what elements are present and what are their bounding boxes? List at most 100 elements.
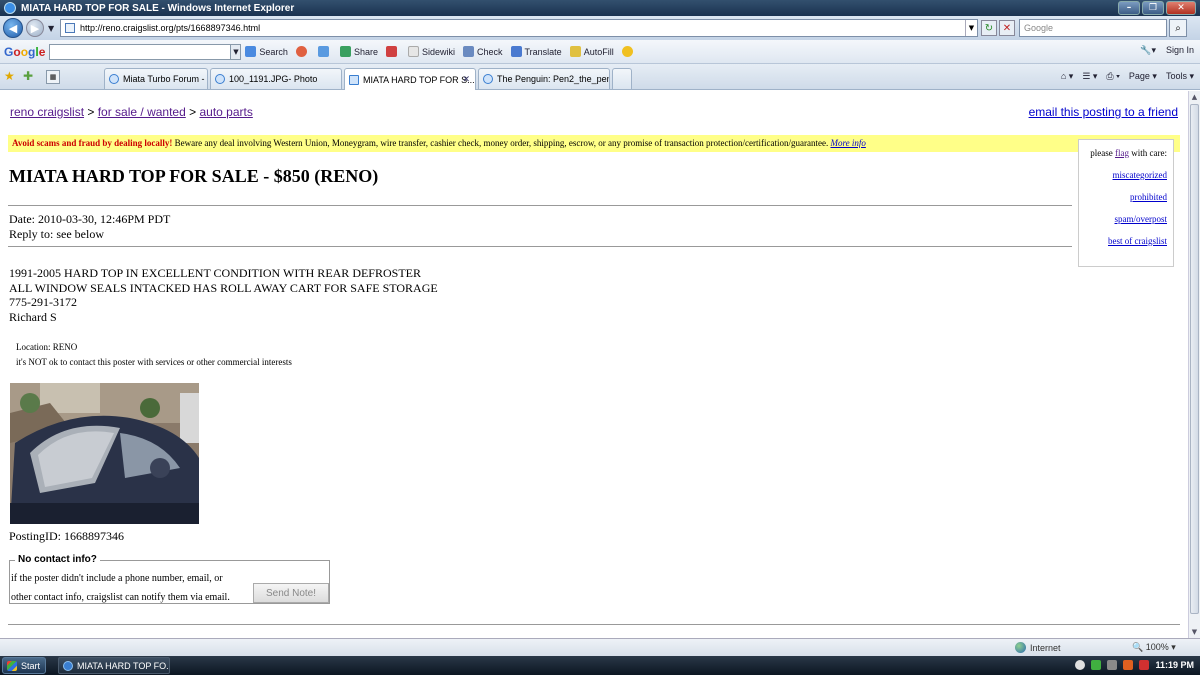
- feeds-icon[interactable]: ☰ ▾: [1082, 71, 1097, 82]
- highlighter-icon: [621, 46, 633, 57]
- breadcrumb-auto-parts[interactable]: auto parts: [199, 105, 252, 119]
- address-bar[interactable]: http://reno.craigslist.org/pts/166889734…: [60, 19, 978, 37]
- page-icon: [349, 74, 359, 85]
- hard-top-photo[interactable]: [10, 383, 199, 524]
- scrollbar-thumb[interactable]: [1190, 104, 1199, 614]
- google-search-dropdown-icon[interactable]: ▼: [231, 43, 242, 60]
- more-info-link[interactable]: More info: [830, 138, 865, 148]
- close-tab-icon[interactable]: ✕: [462, 75, 470, 85]
- autofill-icon: [569, 46, 581, 57]
- flag-lead: please flag with care:: [1090, 148, 1167, 158]
- posting-date: Date: 2010-03-30, 12:46PM PDT: [9, 212, 171, 226]
- flag-prohibited-link[interactable]: prohibited: [1085, 192, 1167, 202]
- email-posting-link[interactable]: email this posting to a friend: [1029, 105, 1178, 119]
- tab-photo[interactable]: 100_1191.JPG- Photo: [210, 68, 342, 89]
- system-tray: 11:19 PM: [1075, 660, 1194, 670]
- new-tab-button[interactable]: [612, 68, 632, 89]
- quick-tabs-icon[interactable]: ▦: [46, 70, 60, 84]
- tab-the-penguin[interactable]: The Penguin: Pen2_the_pen...: [478, 68, 610, 89]
- refresh-icon[interactable]: ↻: [981, 20, 997, 36]
- commercial-notice: it's NOT ok to contact this poster with …: [16, 357, 292, 367]
- ie-logo-icon: [4, 2, 16, 14]
- translate-button[interactable]: Translate: [510, 46, 562, 57]
- taskbar-item-ie[interactable]: MIATA HARD TOP FO...: [58, 657, 170, 674]
- home-icon[interactable]: ⌂ ▾: [1061, 71, 1073, 82]
- breadcrumb-for-sale-wanted[interactable]: for sale / wanted: [98, 105, 186, 119]
- window-title: MIATA HARD TOP FOR SALE - Windows Intern…: [21, 2, 295, 14]
- ie-page-icon: [483, 74, 493, 84]
- tab-miata-forum[interactable]: Miata Turbo Forum - Home ...: [104, 68, 208, 89]
- bookmark-button[interactable]: [317, 46, 332, 57]
- reply-to: Reply to: see below: [9, 227, 104, 241]
- zoom-level[interactable]: 🔍 100% ▾: [1132, 642, 1176, 653]
- print-icon[interactable]: ⎙ ▾: [1106, 71, 1119, 82]
- sidewiki-button[interactable]: Sidewiki: [407, 46, 455, 57]
- address-dropdown-icon[interactable]: ▼: [965, 20, 977, 36]
- wrench-icon[interactable]: 🔧▾: [1140, 45, 1156, 56]
- security-zone: Internet: [1015, 642, 1061, 653]
- close-window-button[interactable]: ✕: [1166, 1, 1196, 15]
- sign-in-button[interactable]: Sign In: [1166, 45, 1194, 56]
- car-hardtop-image: [10, 383, 199, 524]
- page-icon: [65, 23, 75, 33]
- tab-miata-hard-top[interactable]: MIATA HARD TOP FOR S... ✕: [344, 68, 476, 90]
- tray-volume-icon[interactable]: [1139, 660, 1150, 670]
- flag-link[interactable]: flag: [1115, 148, 1129, 158]
- scroll-down-icon[interactable]: ▼: [1189, 626, 1200, 638]
- posting-body: 1991-2005 HARD TOP IN EXCELLENT CONDITIO…: [9, 266, 438, 324]
- breadcrumb: reno craigslist > for sale / wanted > au…: [10, 105, 253, 119]
- posting-id: PostingID: 1668897346: [9, 529, 125, 543]
- clock[interactable]: 11:19 PM: [1155, 660, 1194, 670]
- send-note-button[interactable]: Send Note!: [253, 583, 329, 603]
- translate-icon: [510, 46, 522, 57]
- posting-location-block: Location: RENO it's NOT ok to contact th…: [16, 340, 292, 370]
- search-icon[interactable]: ⌕: [1169, 19, 1187, 37]
- pagerank-button[interactable]: [295, 46, 310, 57]
- flag-spam-link[interactable]: spam/overpost: [1085, 214, 1168, 224]
- stop-icon[interactable]: ✕: [999, 20, 1015, 36]
- tray-alert-icon[interactable]: [1123, 660, 1134, 670]
- page-menu[interactable]: Page ▾: [1129, 71, 1157, 82]
- scroll-up-icon[interactable]: ▲: [1189, 91, 1200, 103]
- share-button[interactable]: Share: [339, 46, 378, 57]
- tray-signal-icon[interactable]: [1107, 660, 1118, 670]
- url-text[interactable]: http://reno.craigslist.org/pts/166889734…: [80, 23, 260, 33]
- maximize-button[interactable]: ❐: [1142, 1, 1164, 15]
- ie-page-icon: [215, 74, 225, 84]
- posting-meta: Date: 2010-03-30, 12:46PM PDT Reply to: …: [9, 212, 170, 242]
- page-icon: [109, 74, 119, 84]
- popup-blocker-button[interactable]: [385, 46, 400, 57]
- zoom-icon: 🔍: [1132, 642, 1144, 652]
- forward-button[interactable]: ▶: [26, 19, 44, 37]
- tools-menu[interactable]: Tools ▾: [1166, 71, 1194, 82]
- contact-info-box: No contact info? if the poster didn't in…: [9, 554, 330, 604]
- flag-box: please flag with care: miscategorized pr…: [1078, 139, 1174, 267]
- posting-title: MIATA HARD TOP FOR SALE - $850 (RENO): [9, 166, 379, 186]
- search-icon: [245, 46, 257, 57]
- spellcheck-button[interactable]: Check: [462, 46, 503, 57]
- minimize-button[interactable]: –: [1118, 1, 1140, 15]
- pagerank-icon: [295, 46, 307, 57]
- flag-miscategorized-link[interactable]: miscategorized: [1085, 170, 1167, 180]
- window-controls: – ❐ ✕: [1118, 1, 1196, 15]
- history-dropdown-icon[interactable]: ▼: [48, 24, 54, 33]
- scam-warning-banner: Avoid scams and fraud by dealing locally…: [8, 135, 1180, 152]
- flag-best-of-link[interactable]: best of craigslist: [1085, 236, 1167, 246]
- back-button[interactable]: ◀: [3, 18, 23, 38]
- add-favorites-icon[interactable]: ✚: [23, 69, 33, 83]
- sidewiki-icon: [407, 46, 419, 57]
- google-search-button[interactable]: Search: [245, 46, 288, 57]
- windows-logo-icon: [7, 660, 17, 671]
- autofill-button[interactable]: AutoFill: [569, 46, 614, 57]
- breadcrumb-reno-craigslist[interactable]: reno craigslist: [10, 105, 84, 119]
- highlighter-button[interactable]: [621, 46, 636, 57]
- google-logo: Google: [4, 44, 46, 59]
- google-search-input[interactable]: [49, 43, 232, 60]
- start-button[interactable]: Start: [2, 657, 46, 674]
- tray-app-icon[interactable]: [1075, 660, 1086, 670]
- spellcheck-icon: [462, 46, 474, 57]
- vertical-scrollbar[interactable]: ▲ ▼: [1188, 91, 1200, 638]
- search-input[interactable]: Google: [1019, 19, 1167, 37]
- favorites-star-icon[interactable]: ★: [4, 69, 15, 83]
- tray-network-icon[interactable]: [1091, 660, 1102, 670]
